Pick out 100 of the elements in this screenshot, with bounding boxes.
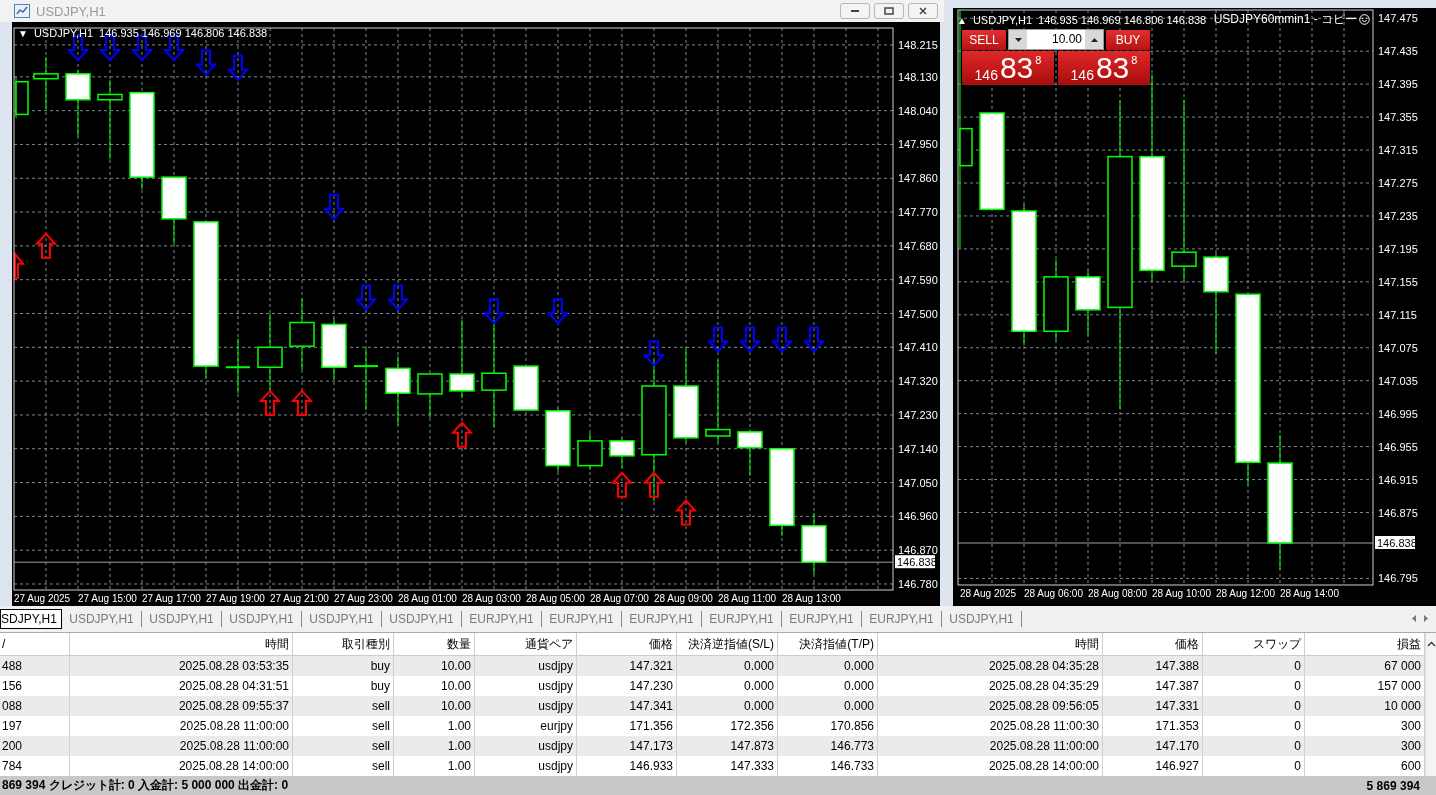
- table-row[interactable]: 088 2025.08.28 09:55:37 sell 10.00 usdjpy 147.341 0.000 0.000 2025.08.28 09:56:05 147.331 0 10 000: [0, 696, 1425, 716]
- chart-tab[interactable]: USDJPY,H1: [382, 611, 462, 627]
- table-row[interactable]: 197 2025.08.28 11:00:00 sell 1.00 eurjpy 171.356 172.356 170.856 2025.08.28 11:00:30 171.353 0 300: [0, 716, 1425, 736]
- price-label: 147.770: [898, 206, 938, 219]
- chart-tab[interactable]: USDJPY,H1: [302, 611, 382, 627]
- big-figure: 146: [1070, 67, 1094, 83]
- table-row[interactable]: 784 2025.08.28 14:00:00 sell 1.00 usdjpy 146.933 147.333 146.733 2025.08.28 14:00:00 146.927 0 600: [0, 756, 1425, 776]
- price-label: 146.955: [1378, 440, 1418, 453]
- volume-spinner[interactable]: 10.00: [1008, 29, 1104, 50]
- chart-tab[interactable]: EURJPY,H1: [622, 611, 702, 627]
- table-row[interactable]: 488 2025.08.28 03:53:35 buy 10.00 usdjpy 147.321 0.000 0.000 2025.08.28 04:35:28 147.388 0 67 000: [0, 656, 1425, 676]
- time-label: 28 Aug 11:00: [717, 593, 777, 604]
- price-label: 147.475: [1378, 12, 1418, 25]
- close-icon: [919, 7, 927, 15]
- panel-toggle[interactable]: ▼: [18, 27, 28, 39]
- time-label: 28 Aug 06:00: [1024, 588, 1083, 599]
- indicator-label: USDJPY60mmin1 - コピー: [1213, 11, 1357, 28]
- decrease-button[interactable]: [1009, 30, 1027, 49]
- candlestick: [609, 437, 635, 469]
- price-label: 147.275: [1378, 177, 1418, 189]
- chart-window-icon: [14, 4, 30, 18]
- down-arrow: [226, 54, 250, 82]
- time-label: 28 Aug 13:00: [781, 593, 841, 604]
- price-label: 147.950: [898, 138, 938, 151]
- table-row[interactable]: 156 2025.08.28 04:31:51 buy 10.00 usdjpy 147.230 0.000 0.000 2025.08.28 04:35:29 147.387 0 157 000: [0, 676, 1425, 696]
- chart-tab[interactable]: EURJPY,H1: [862, 611, 942, 627]
- column-header[interactable]: 時間: [878, 633, 1103, 655]
- price-label: 147.320: [898, 375, 938, 388]
- chart-tab[interactable]: USDJPY,H1: [942, 611, 1022, 627]
- scroll-left-icon[interactable]: [1412, 615, 1416, 622]
- price-label: 148.040: [898, 104, 938, 117]
- up-arrow: [258, 389, 282, 416]
- down-arrow: [802, 326, 826, 353]
- candlestick: [577, 432, 603, 471]
- price-label: 147.075: [1378, 341, 1418, 354]
- candlestick: [321, 317, 347, 381]
- column-header[interactable]: /: [0, 633, 70, 655]
- column-header[interactable]: 価格: [1103, 633, 1203, 655]
- column-header[interactable]: 取引種別: [293, 633, 394, 655]
- candlestick: [225, 337, 251, 394]
- price-label: 147.590: [898, 273, 938, 286]
- chart-tab[interactable]: EURJPY,H1: [782, 611, 862, 627]
- sell-button[interactable]: SELL: [962, 29, 1006, 50]
- table-row[interactable]: 200 2025.08.28 11:00:00 sell 1.00 usdjpy 147.173 147.873 146.773 2025.08.28 11:00:00 147.170 0 300: [0, 736, 1425, 756]
- candlestick: [513, 365, 539, 411]
- pips-value: 83: [1095, 51, 1130, 85]
- price-label: 147.230: [898, 408, 938, 421]
- time-label: 27 Aug 2025: [14, 593, 71, 604]
- column-header[interactable]: 数量: [394, 633, 475, 655]
- column-header[interactable]: 通貨ペア: [475, 633, 577, 655]
- candlestick: [545, 407, 571, 473]
- down-arrow: [482, 298, 506, 325]
- down-arrow: [738, 326, 762, 353]
- up-arrow: [642, 471, 666, 498]
- chart-tab[interactable]: EURJPY,H1: [542, 611, 622, 627]
- down-arrow: [322, 193, 346, 221]
- column-header[interactable]: 決済逆指値(S/L): [677, 633, 778, 655]
- time-label: 27 Aug 21:00: [270, 593, 329, 604]
- ohlc-values: 146.935 146.969 146.806 146.838: [1038, 14, 1207, 26]
- up-arrow: [290, 389, 314, 416]
- candlestick: [737, 429, 763, 477]
- scroll-up-icon[interactable]: [1426, 641, 1436, 647]
- minimize-button[interactable]: [840, 3, 870, 19]
- close-button[interactable]: [908, 3, 938, 19]
- up-arrow: [450, 421, 474, 448]
- price-label: 148.130: [898, 70, 938, 83]
- price-label: 146.960: [898, 510, 938, 523]
- down-arrow: [386, 284, 410, 311]
- scroll-right-icon[interactable]: [1424, 615, 1428, 622]
- price-label: 146.915: [1378, 473, 1418, 486]
- time-label: 27 Aug 15:00: [78, 593, 137, 604]
- chart-symbol: USDJPY,H1: [972, 14, 1032, 26]
- price-label: 146.875: [1378, 506, 1418, 519]
- chart-tab[interactable]: EURJPY,H1: [462, 611, 542, 627]
- column-header[interactable]: スワップ: [1203, 633, 1305, 655]
- chart-tab[interactable]: USDJPY,H1: [222, 611, 302, 627]
- price-label: 147.680: [898, 239, 938, 252]
- price-label: 146.870: [898, 544, 938, 557]
- price-label: 146.780: [898, 578, 938, 590]
- up-arrow: [34, 232, 58, 259]
- up-arrow: [14, 250, 26, 279]
- buy-button[interactable]: BUY: [1106, 29, 1150, 50]
- panel-toggle[interactable]: ▲: [957, 14, 967, 26]
- account-summary: 869 394 クレジット計: 0 入金計: 5 000 000 出金計: 0: [2, 777, 289, 794]
- time-label: 28 Aug 2025: [960, 588, 1017, 599]
- restore-button[interactable]: [874, 3, 904, 19]
- column-header[interactable]: 価格: [577, 633, 677, 655]
- chart-tab[interactable]: USDJPY,H1: [62, 611, 142, 627]
- column-header[interactable]: 決済指値(T/P): [778, 633, 878, 655]
- time-label: 27 Aug 23:00: [334, 593, 393, 604]
- scrollbar[interactable]: [1425, 633, 1436, 776]
- chart-tab[interactable]: EURJPY,H1: [702, 611, 782, 627]
- chart-symbol: USDJPY,H1: [33, 27, 93, 39]
- chart-tab[interactable]: USDJPY,H1: [142, 611, 222, 627]
- column-header[interactable]: 時間: [70, 633, 293, 655]
- candlestick: [801, 512, 827, 575]
- time-label: 27 Aug 17:00: [142, 593, 201, 604]
- chart-tab[interactable]: SDJPY,H1: [0, 609, 62, 629]
- down-triangle-icon: [1014, 37, 1022, 42]
- increase-button[interactable]: [1085, 30, 1103, 49]
